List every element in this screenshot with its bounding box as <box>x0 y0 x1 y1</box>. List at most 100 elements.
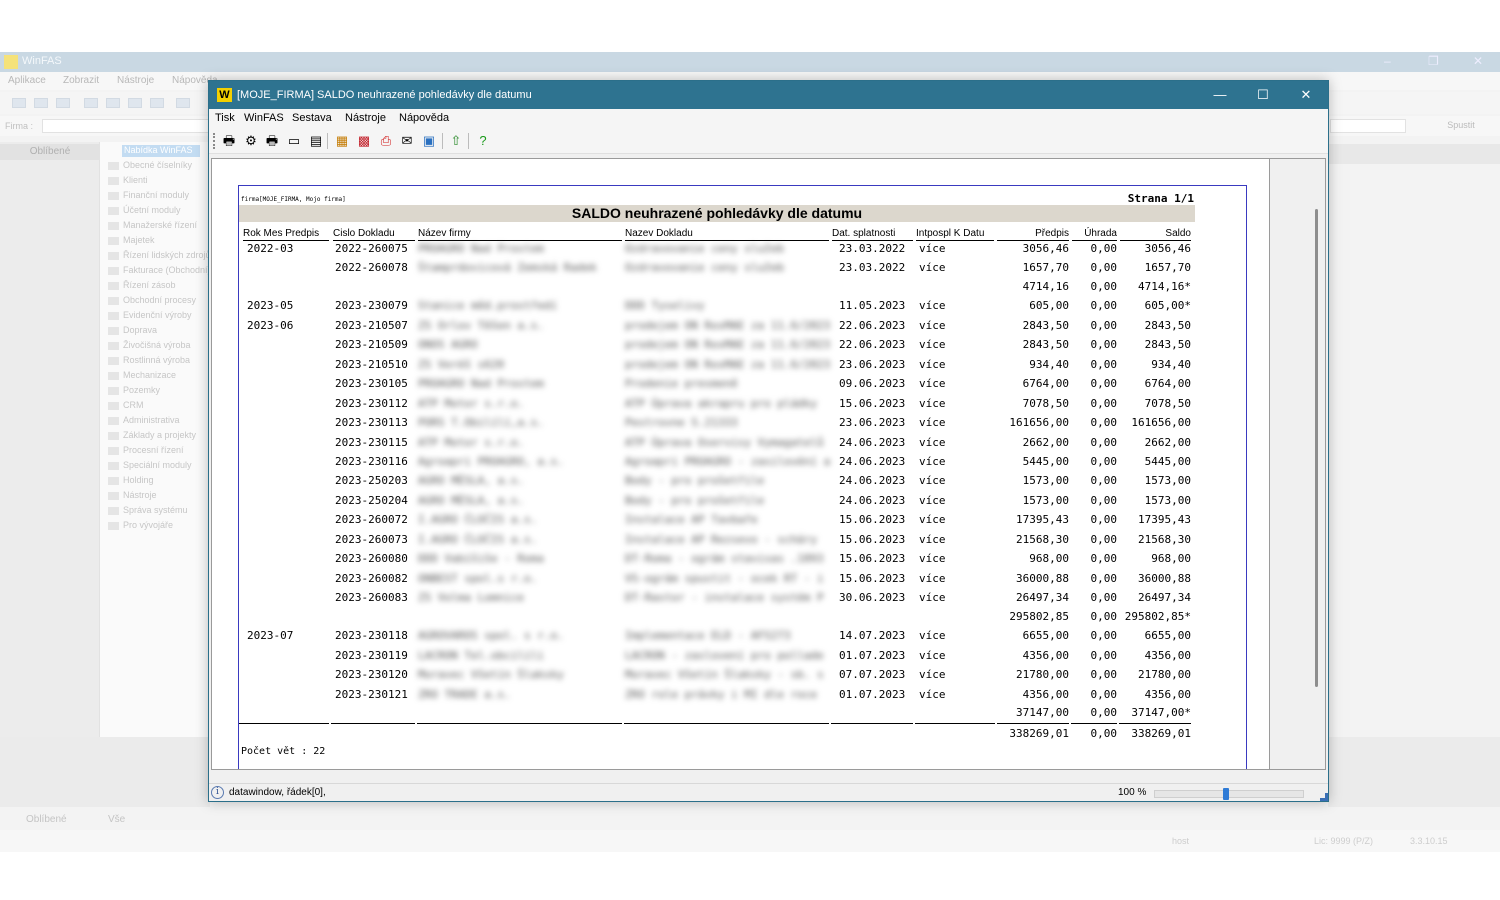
tree-item-label: Živočišná výroba <box>123 340 191 350</box>
toolbar-icon[interactable] <box>12 98 26 108</box>
maximize-icon[interactable]: ☐ <box>1248 86 1278 104</box>
resize-grip-icon[interactable] <box>1320 793 1328 801</box>
tree-item[interactable]: Evidenční výroby <box>108 310 192 320</box>
up-icon[interactable] <box>150 98 164 108</box>
tree-item-label: Řízení zásob <box>123 280 176 290</box>
tree-item[interactable]: Správa systému <box>108 505 188 515</box>
run-dropdown[interactable] <box>1330 119 1406 133</box>
zoom-slider-thumb[interactable] <box>1223 788 1229 800</box>
vertical-scrollbar[interactable] <box>1269 159 1325 769</box>
menu-nastroje[interactable]: Nástroje <box>117 75 154 86</box>
firma-input[interactable] <box>42 119 212 133</box>
tree-item[interactable]: Majetek <box>108 235 155 245</box>
tree-item[interactable]: CRM <box>108 400 144 410</box>
printer-icon[interactable]: 🖶 <box>263 132 281 150</box>
tree-item[interactable]: Účetní moduly <box>108 205 181 215</box>
tree-item[interactable]: Finanční moduly <box>108 190 189 200</box>
cell-saldo: 968,00 <box>1151 552 1191 565</box>
tree-item-label: CRM <box>123 400 144 410</box>
cell-firma: I.AGRO ČLOČIS a.s. <box>418 533 538 546</box>
tree-item[interactable]: Nástroje <box>108 490 157 500</box>
tree-item-label: Doprava <box>123 325 158 335</box>
menu-winfas[interactable]: WinFAS <box>244 112 284 124</box>
tree-item[interactable]: Klienti <box>108 175 148 185</box>
cell-int: více <box>919 397 946 410</box>
run-button[interactable]: Spustit <box>1432 118 1490 134</box>
cell-uhrada: 0,00 <box>1090 261 1118 274</box>
report-preview-area[interactable]: firma[MOJE_FIRMA, Mojo firma] Strana 1/1… <box>211 158 1326 770</box>
minimize-icon[interactable]: – <box>1384 54 1391 68</box>
cell-doklad: Implementace ELD - AFS273 <box>625 629 791 642</box>
tree-item[interactable]: Pozemky <box>108 385 160 395</box>
cell-saldo: 2662,00 <box>1144 436 1191 449</box>
tree-item[interactable]: Obchodní procesy <box>108 295 196 305</box>
cell-splat: 23.03.2022 <box>839 261 906 274</box>
cell-doklad: DT-Rastor - instalace systém P <box>625 591 824 604</box>
toolbar-icon[interactable] <box>176 98 190 108</box>
cell-uhrada: 0,00 <box>1090 533 1118 546</box>
tree-item[interactable]: Doprava <box>108 325 157 335</box>
menu-napoveda[interactable]: Nápověda <box>399 112 449 124</box>
tree-item[interactable]: Obecné číselníky <box>108 160 192 170</box>
calendar-icon[interactable]: ▩ <box>355 132 373 150</box>
tree-item[interactable]: Živočišná výroba <box>108 340 191 350</box>
tree-item[interactable]: Speciální moduly <box>108 460 192 470</box>
email-icon[interactable]: ✉ <box>398 132 416 150</box>
cell-splat: 24.06.2023 <box>839 494 906 507</box>
tree-item[interactable]: Procesní řízení <box>108 445 184 455</box>
tree-item[interactable]: Fakturace (Obchodní) <box>108 265 211 275</box>
tree-item[interactable]: Pro vývojáře <box>108 520 173 530</box>
minimize-icon[interactable]: — <box>1205 86 1235 104</box>
menu-tisk[interactable]: Tisk <box>215 112 235 124</box>
cell-cislo: 2023-230079 <box>335 299 408 312</box>
tab-oblibene[interactable]: Oblíbené <box>26 814 67 825</box>
zoom-slider[interactable] <box>1154 788 1304 800</box>
cell-int: více <box>919 242 946 255</box>
refresh-icon[interactable] <box>128 98 142 108</box>
close-icon[interactable]: ✕ <box>1291 86 1321 104</box>
menu-nastroje[interactable]: Nástroje <box>345 112 386 124</box>
tab-vse[interactable]: Vše <box>108 814 125 825</box>
firma-label: Firma : <box>5 121 33 131</box>
cell-int: více <box>919 572 946 585</box>
tree-item[interactable]: Mechanizace <box>108 370 176 380</box>
pdf-icon[interactable]: ⎙ <box>377 132 395 150</box>
tree-item[interactable]: Manažerské řízení <box>108 220 197 230</box>
toolbar-icon[interactable] <box>34 98 48 108</box>
tree-item[interactable]: Holding <box>108 475 154 485</box>
favorites-header[interactable]: Oblíbené <box>0 144 100 160</box>
toolbar-grip[interactable] <box>213 133 215 149</box>
cell-firma: ATP Motor s.r.o. <box>418 397 524 410</box>
tree-item[interactable]: Administrativa <box>108 415 180 425</box>
print-settings-icon[interactable]: ⚙ <box>242 132 260 150</box>
report-window-titlebar[interactable]: W [MOJE_FIRMA] SALDO neuhrazené pohledáv… <box>209 81 1328 109</box>
scrollbar-thumb[interactable] <box>1315 209 1318 687</box>
menu-zobrazit[interactable]: Zobrazit <box>63 75 99 86</box>
excel-export-icon[interactable]: ▦ <box>333 132 351 150</box>
cell-doklad: ZRO role právky i MI dle roce <box>625 688 818 701</box>
cell-rok: 2023-06 <box>247 319 294 332</box>
help-icon[interactable]: ? <box>474 132 492 150</box>
upload-icon[interactable]: ⇧ <box>447 132 465 150</box>
page-setup-icon[interactable]: ▭ <box>285 132 303 150</box>
forward-icon[interactable] <box>106 98 120 108</box>
tree-item[interactable]: Rostlinná výroba <box>108 355 190 365</box>
toolbar-icon[interactable] <box>56 98 70 108</box>
tree-item[interactable]: Řízení lidských zdrojů <box>108 250 211 260</box>
cell-cislo: 2023-230112 <box>335 397 408 410</box>
menu-aplikace[interactable]: Aplikace <box>8 75 46 86</box>
archive-icon[interactable]: ▣ <box>420 132 438 150</box>
report-firma-header: firma[MOJE_FIRMA, Mojo firma] <box>241 196 346 203</box>
back-icon[interactable] <box>84 98 98 108</box>
cell-firma: ZS Volma Lomnice <box>418 591 524 604</box>
tree-item-selected[interactable]: Nabídka WinFAS <box>122 145 200 157</box>
menu-sestava[interactable]: Sestava <box>292 112 332 124</box>
export-icon[interactable]: ▤ <box>307 132 325 150</box>
tree-item[interactable]: Řízení zásob <box>108 280 176 290</box>
close-icon[interactable]: ✕ <box>1473 54 1483 68</box>
print-icon[interactable]: 🖶 <box>220 132 238 150</box>
tree-item-label: Základy a projekty <box>123 430 197 440</box>
cell-doklad: prodejem ON RosMAE za 11.6/2023 <box>625 338 830 351</box>
tree-item[interactable]: Základy a projekty <box>108 430 196 440</box>
restore-icon[interactable]: ❐ <box>1428 54 1439 68</box>
